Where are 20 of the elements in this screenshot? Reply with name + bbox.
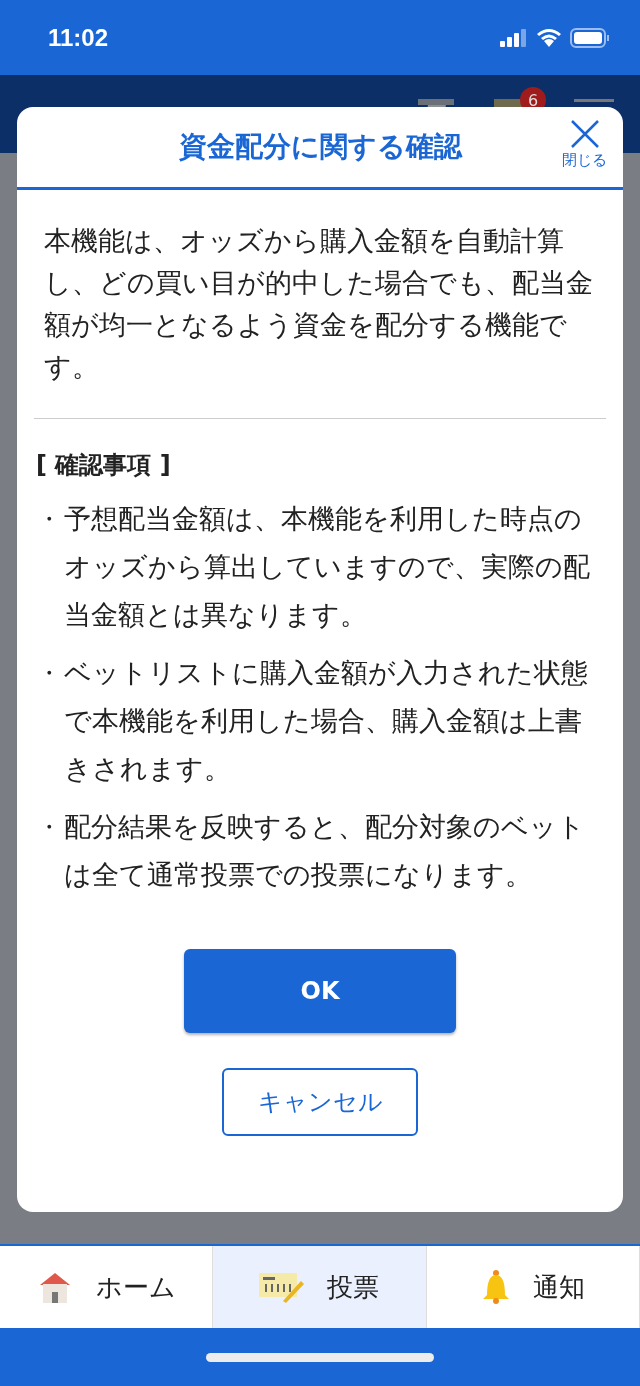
- dialog-title: 資金配分に関する確認: [178, 129, 462, 165]
- cancel-button[interactable]: キャンセル: [222, 1068, 418, 1136]
- close-label: 閉じる: [562, 151, 607, 170]
- note-text: 配分結果を反映すると、配分対象のベットは全て通常投票での投票になります。: [64, 810, 586, 892]
- nav-tab[interactable]: 投票: [213, 1246, 427, 1328]
- note-text: ベットリストに購入金額が入力された状態で本機能を利用した場合、購入金額は上書きされます。: [64, 656, 589, 786]
- intro-text: 本機能は、オッズから購入金額を自動計算し、どの買い目が的中した場合でも、配当金額が均一となるよう資金を配分する機能です。: [43, 224, 594, 384]
- battery-icon: [570, 27, 610, 48]
- note-text: 予想配当金額は、本機能を利用した時点のオッズから算出していますので、実際の配当金額とは異なります。: [64, 502, 591, 632]
- bullet-marker: ・: [36, 812, 62, 843]
- close-icon: [569, 119, 600, 149]
- ticket-pencil-icon: [259, 1271, 306, 1303]
- wifi-icon: [536, 28, 562, 47]
- close-button[interactable]: 閉じる: [560, 117, 609, 172]
- status-time: 11:02: [48, 23, 109, 52]
- signal-icon: [500, 28, 528, 47]
- bullet-marker: ・: [36, 658, 62, 689]
- ok-button[interactable]: OK: [184, 949, 456, 1033]
- bullet-marker: ・: [36, 504, 62, 535]
- section-heading: [ 確認事項 ]: [36, 450, 172, 481]
